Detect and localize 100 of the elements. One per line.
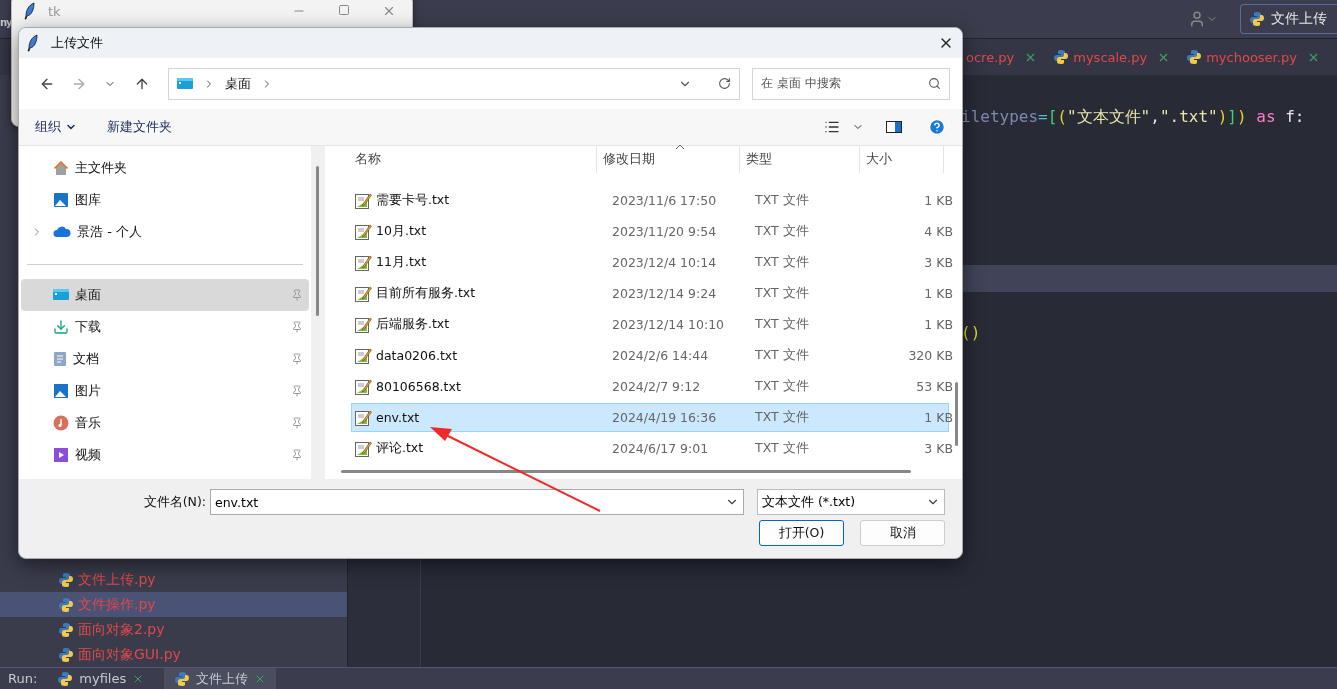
python-icon <box>58 571 74 588</box>
user-icon[interactable] <box>1188 10 1206 28</box>
breadcrumb-item[interactable]: 桌面 <box>224 74 251 93</box>
size-cell-text: 1 KB <box>923 285 953 303</box>
new-folder-button[interactable]: 新建文件夹 <box>107 118 172 136</box>
pin-icon[interactable] <box>291 385 303 397</box>
column-header[interactable]: 类型 <box>740 146 860 173</box>
date-cell-text: 2024/4/19 16:36 <box>612 409 718 427</box>
python-icon <box>1186 49 1203 65</box>
nav-item[interactable]: 视频 <box>21 439 309 471</box>
python-icon <box>58 646 74 663</box>
filename-field[interactable]: env.txt <box>210 489 744 515</box>
pin-icon[interactable] <box>291 289 303 301</box>
text-file-icon <box>354 315 372 334</box>
pin-icon[interactable] <box>291 417 303 429</box>
sort-caret-icon <box>675 144 685 150</box>
nav-item[interactable]: 文档 <box>21 343 309 375</box>
python-icon <box>174 670 191 687</box>
date-cell-text: 2023/12/14 10:10 <box>612 316 726 334</box>
nav-item[interactable]: 音乐 <box>21 407 309 439</box>
column-header[interactable]: 大小 <box>860 146 944 173</box>
desktop-icon <box>176 77 193 90</box>
run-config-button[interactable]: 文件上传 <box>1240 4 1337 34</box>
document-icon <box>53 351 67 367</box>
window-title: tk <box>48 3 61 19</box>
text-file-icon <box>354 377 372 396</box>
type-cell-text: TXT 文件 <box>755 377 810 395</box>
download-icon <box>53 319 69 335</box>
size-cell-text: 3 KB <box>923 254 953 272</box>
music-icon <box>53 415 69 431</box>
help-icon[interactable] <box>928 118 946 136</box>
type-cell-text: TXT 文件 <box>755 253 810 271</box>
refresh-icon[interactable] <box>717 77 731 90</box>
code-line: () <box>961 322 981 344</box>
image-icon <box>53 383 69 399</box>
size-cell-text: 1 KB <box>923 316 953 334</box>
text-file-icon <box>354 253 372 272</box>
file-type-select[interactable]: 文本文件 (*.txt) <box>757 489 945 515</box>
python-icon <box>58 596 74 613</box>
text-file-icon <box>354 284 372 303</box>
date-cell-text: 2023/11/6 17:50 <box>612 192 718 210</box>
date-cell-text: 2024/2/7 9:12 <box>612 378 702 396</box>
date-cell-text: 2024/6/17 9:01 <box>612 440 710 458</box>
pin-icon[interactable] <box>291 449 303 461</box>
pin-icon[interactable] <box>291 353 303 365</box>
file-name: 80106568.txt <box>376 379 461 394</box>
preview-pane-icon[interactable] <box>886 121 902 133</box>
nav-item[interactable]: 主文件夹 <box>21 152 309 184</box>
video-icon <box>53 447 69 463</box>
nav-item[interactable]: 桌面 <box>21 279 309 311</box>
python-icon <box>57 670 74 687</box>
nav-item[interactable]: 图库 <box>21 184 309 216</box>
address-bar[interactable]: 桌面 <box>167 67 740 100</box>
maximize-icon[interactable] <box>338 4 350 16</box>
image-icon <box>53 192 69 208</box>
text-file-icon <box>354 408 372 427</box>
type-cell-text: TXT 文件 <box>755 191 810 209</box>
date-cell-text: 2023/11/20 9:54 <box>612 223 718 241</box>
text-file-icon <box>354 222 372 241</box>
type-cell-text: TXT 文件 <box>755 439 810 457</box>
size-cell-text: 4 KB <box>923 223 953 241</box>
scrollbar-thumb[interactable] <box>316 166 319 316</box>
file-name: 目前所有服务.txt <box>376 285 476 302</box>
python-icon <box>1249 11 1265 27</box>
file-name: env.txt <box>376 410 420 425</box>
window-title: ny <box>0 17 12 28</box>
view-icon[interactable] <box>824 119 840 135</box>
size-cell-text: 320 KB <box>907 347 953 365</box>
code-line: iletypes=[("文本文件",".txt")]) as f: <box>961 106 1305 128</box>
search-field[interactable]: 在 桌面 中搜索 <box>751 67 950 100</box>
organize-button[interactable]: 组织 <box>35 118 77 136</box>
open-button[interactable]: 打开(O) <box>759 520 844 546</box>
desktop-icon <box>53 289 69 301</box>
house-icon <box>53 160 69 176</box>
run-tab[interactable]: myfiles <box>47 668 155 689</box>
python-icon <box>58 621 74 638</box>
file-name: 10月.txt <box>376 223 427 240</box>
run-tab[interactable]: 文件上传 <box>164 668 277 689</box>
nav-item[interactable]: 图片 <box>21 375 309 407</box>
column-header[interactable]: 名称 <box>337 146 597 173</box>
cancel-button[interactable]: 取消 <box>860 520 945 546</box>
text-file-icon <box>354 346 372 365</box>
column-header[interactable]: 修改日期 <box>597 146 740 173</box>
file-name: 11月.txt <box>376 254 427 271</box>
size-cell-text: 3 KB <box>923 440 953 458</box>
scrollbar-thumb[interactable] <box>341 470 911 473</box>
search-icon <box>928 77 941 90</box>
type-cell-text: TXT 文件 <box>755 222 810 240</box>
type-cell-text: TXT 文件 <box>755 408 810 426</box>
text-file-icon <box>354 439 372 458</box>
python-icon <box>1053 49 1070 65</box>
type-cell-text: TXT 文件 <box>755 284 810 302</box>
pin-icon[interactable] <box>291 321 303 333</box>
cloud-icon <box>53 226 71 238</box>
nav-item[interactable]: 景浩 - 个人 <box>21 216 309 248</box>
file-name: 需要卡号.txt <box>376 192 450 209</box>
filename-label: 文件名(N): <box>143 493 206 511</box>
scrollbar-thumb[interactable] <box>955 382 958 446</box>
date-cell-text: 2023/12/14 9:24 <box>612 285 718 303</box>
nav-item[interactable]: 下载 <box>21 311 309 343</box>
